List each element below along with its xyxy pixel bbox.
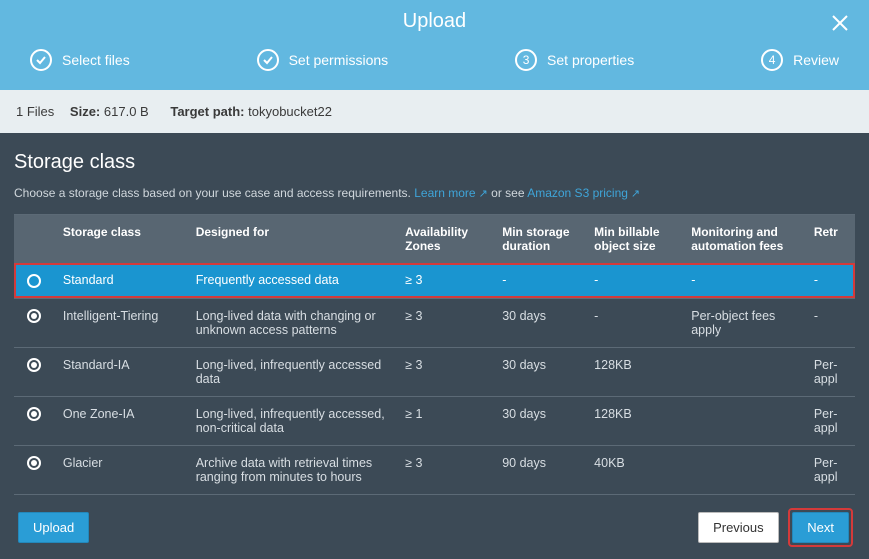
radio-icon[interactable] [27,309,41,323]
next-button[interactable]: Next [792,512,849,543]
cell-retrieval: Per-​appl [806,347,855,396]
storage-class-subtitle: Choose a storage class based on your use… [14,186,855,200]
cell-billable: 128KB [586,396,683,445]
external-link-icon: ↗ [631,188,640,200]
radio-icon[interactable] [27,407,41,421]
cell-billable: 40KB [586,445,683,494]
cell-az: ≥ 3 [397,263,494,298]
step-label: Review [793,52,839,68]
radio-icon[interactable] [27,358,41,372]
check-icon [257,49,279,71]
size-value: 617.0 B [104,104,149,119]
cell-duration: - [494,263,586,298]
dialog-title: Upload [0,0,869,33]
col-storage-class: Storage class [55,215,188,263]
table-row[interactable]: Intelligent-TieringLong-lived data with … [14,298,855,347]
col-min-billable: Min billable object size [586,215,683,263]
dialog-footer: Upload Previous Next [0,510,869,545]
cell-billable: - [586,298,683,347]
cell-designed: Long-lived, infrequently accessed data [188,347,397,396]
subtitle-text: or see [491,186,524,200]
close-icon[interactable] [829,12,851,37]
cell-name: Standard-IA [55,347,188,396]
step-set-permissions[interactable]: Set permissions [257,49,389,71]
step-set-properties[interactable]: 3 Set properties [515,49,634,71]
pricing-link[interactable]: Amazon S3 pricing↗ [527,186,640,200]
cell-name: Standard [55,263,188,298]
properties-panel: Storage class Choose a storage class bas… [0,133,869,495]
cell-duration: 90 days [494,445,586,494]
radio-icon[interactable] [27,456,41,470]
next-button-highlight: Next [790,510,851,545]
external-link-icon: ↗ [479,188,488,200]
radio-icon[interactable] [27,274,41,288]
cell-monitoring [683,445,806,494]
previous-button[interactable]: Previous [698,512,779,543]
cell-billable: - [586,263,683,298]
upload-info-bar: 1 Files Size: 617.0 B Target path: tokyo… [0,90,869,133]
table-row[interactable]: Standard-IALong-lived, infrequently acce… [14,347,855,396]
target-path-label: Target path: [170,104,244,119]
cell-monitoring: Per-object fees apply [683,298,806,347]
size-label: Size: [70,104,100,119]
cell-monitoring [683,347,806,396]
table-row[interactable]: GlacierArchive data with retrieval times… [14,445,855,494]
storage-class-heading: Storage class [14,151,855,174]
cell-retrieval: - [806,298,855,347]
learn-more-link[interactable]: Learn more↗ [414,186,488,200]
storage-class-table: Storage class Designed for Availability … [14,214,855,495]
step-select-files[interactable]: Select files [30,49,130,71]
cell-retrieval: - [806,263,855,298]
cell-retrieval: Per-​appl [806,396,855,445]
cell-az: ≥ 3 [397,298,494,347]
wizard-steps: Select files Set permissions 3 Set prope… [0,33,869,71]
cell-duration: 30 days [494,396,586,445]
file-count: 1 Files [16,104,54,119]
target-path-value: tokyobucket22 [248,104,332,119]
cell-monitoring: - [683,263,806,298]
step-label: Set properties [547,52,634,68]
cell-duration: 30 days [494,298,586,347]
table-row[interactable]: StandardFrequently accessed data≥ 3---- [14,263,855,298]
cell-az: ≥ 3 [397,445,494,494]
cell-name: Intelligent-Tiering [55,298,188,347]
cell-name: Glacier [55,445,188,494]
dialog-header: Upload Select files Set permissions 3 Se… [0,0,869,90]
step-label: Select files [62,52,130,68]
col-retrieval: Retr [806,215,855,263]
step-review[interactable]: 4 Review [761,49,839,71]
col-min-duration: Min storage duration [494,215,586,263]
cell-designed: Frequently accessed data [188,263,397,298]
step-number-icon: 4 [761,49,783,71]
check-icon [30,49,52,71]
cell-billable: 128KB [586,347,683,396]
cell-name: One Zone-IA [55,396,188,445]
cell-az: ≥ 3 [397,347,494,396]
col-monitoring: Monitoring and automation fees [683,215,806,263]
cell-designed: Archive data with retrieval times rangin… [188,445,397,494]
cell-designed: Long-lived, infrequently accessed, non-c… [188,396,397,445]
cell-designed: Long-lived data with changing or unknown… [188,298,397,347]
table-header-row: Storage class Designed for Availability … [14,215,855,263]
upload-button[interactable]: Upload [18,512,89,543]
subtitle-text: Choose a storage class based on your use… [14,186,411,200]
cell-retrieval: Per-​appl [806,445,855,494]
col-designed-for: Designed for [188,215,397,263]
cell-az: ≥ 1 [397,396,494,445]
step-label: Set permissions [289,52,389,68]
cell-duration: 30 days [494,347,586,396]
step-number-icon: 3 [515,49,537,71]
table-row[interactable]: One Zone-IALong-lived, infrequently acce… [14,396,855,445]
col-availability: Availability Zones [397,215,494,263]
cell-monitoring [683,396,806,445]
